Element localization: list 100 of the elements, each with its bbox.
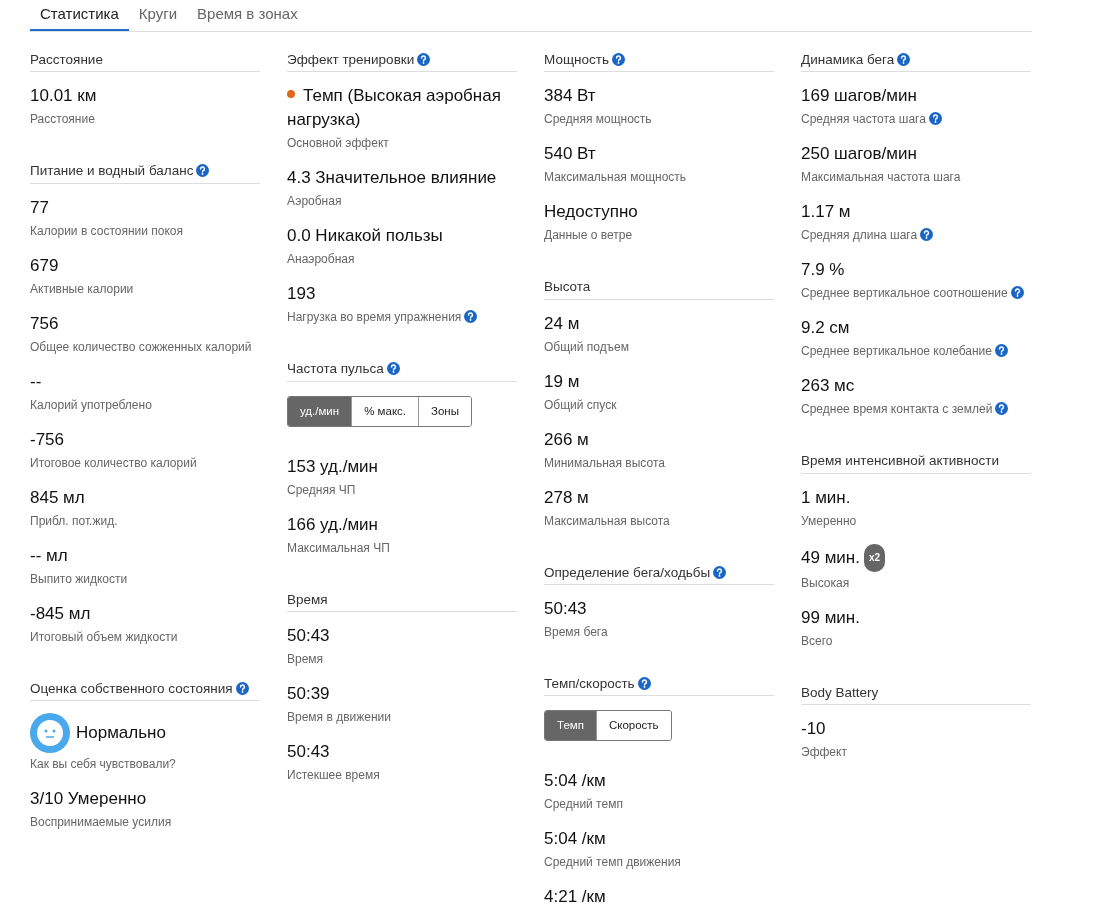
stat-label: Максимальная ЧП [287, 539, 390, 557]
stat-value: 3/10 Умеренно [30, 788, 147, 808]
stat-label: Максимальная мощность [544, 169, 687, 187]
section-title: Высота [544, 278, 591, 297]
help-icon[interactable] [1010, 286, 1024, 300]
stat-label: Анаэробная [287, 251, 355, 269]
stat-value: 845 мл [30, 487, 85, 507]
stat-value: 24 м [544, 313, 580, 333]
help-icon[interactable] [235, 681, 249, 695]
stat-value: 1.17 м [801, 202, 851, 222]
stat-label: Расстояние [30, 111, 95, 129]
stat-value: 9.2 см [801, 318, 850, 338]
stat-value: 756 [30, 313, 59, 333]
stat-value: 0.0 Никакой пользы [287, 226, 443, 246]
section-title: Body Battery [801, 683, 879, 702]
help-icon[interactable] [928, 112, 942, 126]
stat-value: 250 шагов/мин [801, 144, 917, 164]
stat-label: Итоговое количество калорий [30, 454, 197, 472]
help-icon[interactable] [611, 53, 625, 66]
stat-value: 77 [30, 197, 49, 217]
help-icon[interactable] [994, 344, 1008, 358]
stat-value: -- [30, 371, 42, 391]
stat-value: 153 уд./мин [287, 456, 378, 476]
stat-value: 278 м [544, 487, 589, 507]
stat-label: Среднее вертикальное соотношение [801, 285, 1008, 303]
stat-label: Среднее время контакта с землей [801, 401, 993, 419]
section-title: Мощность [544, 51, 609, 69]
stat-value: 166 уд./мин [287, 514, 378, 534]
help-icon[interactable] [196, 164, 210, 178]
stat-value: 50:43 [287, 742, 330, 761]
help-icon[interactable] [386, 362, 400, 376]
stat-label: Минимальная высота [544, 454, 665, 472]
stat-value: 384 Вт [544, 86, 596, 106]
stat-label: Истекшее время [287, 767, 380, 784]
stat-label: Время в движении [287, 709, 391, 726]
section-title: Время интенсивной активности [801, 452, 999, 471]
help-icon[interactable] [713, 565, 727, 579]
stat-label: Калории в состоянии покоя [30, 222, 184, 240]
stat-label: Прибл. пот.жид. [30, 512, 118, 530]
section-title: Эффект тренировки [287, 51, 415, 69]
help-icon[interactable] [995, 402, 1009, 416]
stat-label: Основной эффект [287, 135, 389, 153]
multiplier-badge: x2 [863, 543, 886, 572]
toggle-option[interactable]: Зоны [418, 396, 471, 426]
stat-label: Нагрузка во время упражнения [287, 309, 462, 327]
stat-label: Высокая [801, 574, 850, 592]
toggle-option[interactable]: Скорость [595, 711, 671, 741]
tab[interactable]: Время в зонах [187, 0, 308, 31]
section-title: Определение бега/ходьбы [544, 563, 711, 582]
section-title: Оценка собственного состояния [30, 679, 233, 698]
stat-label: Выпито жидкости [30, 570, 128, 588]
help-icon[interactable] [897, 53, 911, 66]
stat-label: Средний темп движения [544, 854, 681, 872]
section-title: Темп/скорость [544, 674, 635, 693]
stat-value: Темп (Высокая аэробная нагрузка) [287, 86, 501, 130]
tab[interactable]: Круги [128, 0, 188, 31]
toggle-option[interactable]: уд./мин [288, 396, 352, 426]
stat-label: Общее количество сожженных калорий [30, 338, 252, 356]
stat-label: Время [287, 651, 324, 668]
stat-value: 49 мин. [801, 547, 860, 567]
section-title: Питание и водный баланс [30, 162, 194, 181]
stat-value: 50:39 [287, 684, 330, 703]
section-title: Динамика бега [801, 51, 895, 69]
stat-value: 1 мин. [801, 487, 851, 507]
stat-label: Максимальная частота шага [801, 169, 961, 187]
stat-value: 99 мин. [801, 607, 860, 627]
stat-value: -10 [801, 718, 826, 738]
stat-value: 540 Вт [544, 144, 596, 164]
stat-value: 5:04 /км [544, 829, 606, 849]
toggle-option[interactable]: Темп [545, 711, 596, 741]
stat-value: 679 [30, 255, 59, 275]
tab[interactable]: Статистика [30, 0, 129, 31]
stat-value: 4:21 /км [544, 887, 606, 907]
stat-value: Недоступно [544, 202, 638, 222]
stat-label: Эффект [801, 743, 847, 761]
section-title: Расстояние [30, 51, 103, 69]
stat-value: 5:04 /км [544, 771, 606, 791]
stat-label: Средняя мощность [544, 111, 652, 129]
section-title: Время [287, 590, 328, 609]
stat-label: Время бега [544, 623, 608, 641]
stat-value: 266 м [544, 429, 589, 449]
stat-value: 263 мс [801, 376, 855, 396]
stat-value: 7.9 % [801, 260, 845, 280]
help-icon[interactable] [637, 676, 651, 690]
help-icon[interactable] [464, 310, 478, 324]
stat-value: -845 мл [30, 603, 91, 623]
stat-label: Активные калории [30, 280, 134, 298]
stat-label: Общий подъем [544, 338, 629, 356]
help-icon[interactable] [920, 228, 934, 242]
stat-label: Среднее вертикальное колебание [801, 343, 992, 361]
stat-value: 19 м [544, 371, 580, 391]
stat-label: Максимальная высота [544, 512, 670, 530]
stat-value: 50:43 [287, 626, 330, 645]
stat-label: Итоговый объем жидкости [30, 628, 178, 646]
stat-label: Средняя длина шага [801, 227, 918, 245]
help-icon[interactable] [417, 53, 431, 66]
stat-label: Воспринимаемые усилия [30, 813, 172, 831]
stat-value: Нормально [76, 721, 166, 744]
stat-label: Средний темп [544, 796, 623, 814]
stat-label: Общий спуск [544, 396, 617, 414]
